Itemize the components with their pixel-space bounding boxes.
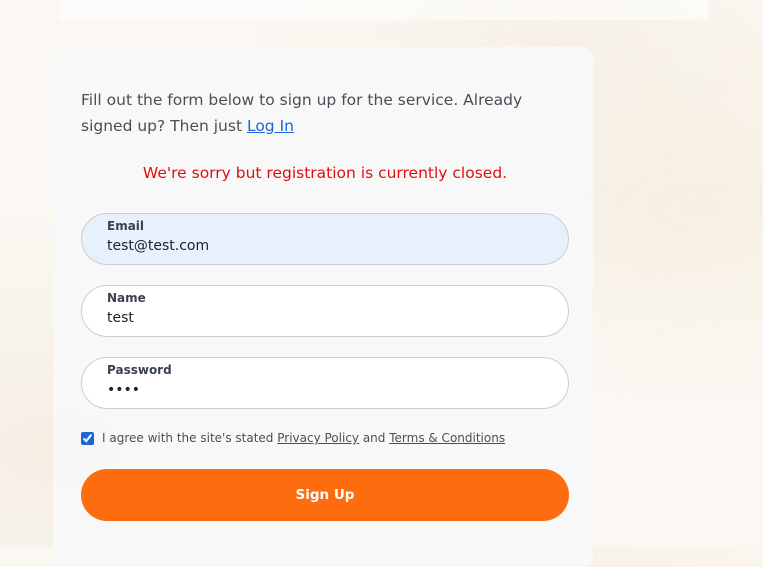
intro-message: Fill out the form below to sign up for t… [81,91,523,135]
agree-terms-text: I agree with the site's stated Privacy P… [102,431,505,445]
background-band [60,0,708,20]
privacy-policy-link[interactable]: Privacy Policy [277,431,359,445]
login-link[interactable]: Log In [247,117,294,135]
email-input[interactable] [107,238,537,254]
intro-text: Fill out the form below to sign up for t… [81,87,571,139]
email-field[interactable]: Email [81,213,569,265]
password-input[interactable] [107,382,537,398]
terms-conditions-link[interactable]: Terms & Conditions [389,431,505,445]
agree-and: and [359,431,390,445]
name-label: Name [107,291,146,305]
agree-prefix: I agree with the site's stated [102,431,278,445]
agree-terms-row: I agree with the site's stated Privacy P… [81,430,505,446]
agree-terms-checkbox[interactable] [81,431,94,445]
email-label: Email [107,219,145,233]
sign-up-button[interactable]: Sign Up [81,469,569,521]
name-field[interactable]: Name [81,285,569,337]
password-label: Password [107,363,172,377]
password-field[interactable]: Password [81,357,569,409]
registration-closed-error: We're sorry but registration is currentl… [142,164,508,182]
name-input[interactable] [107,310,537,326]
